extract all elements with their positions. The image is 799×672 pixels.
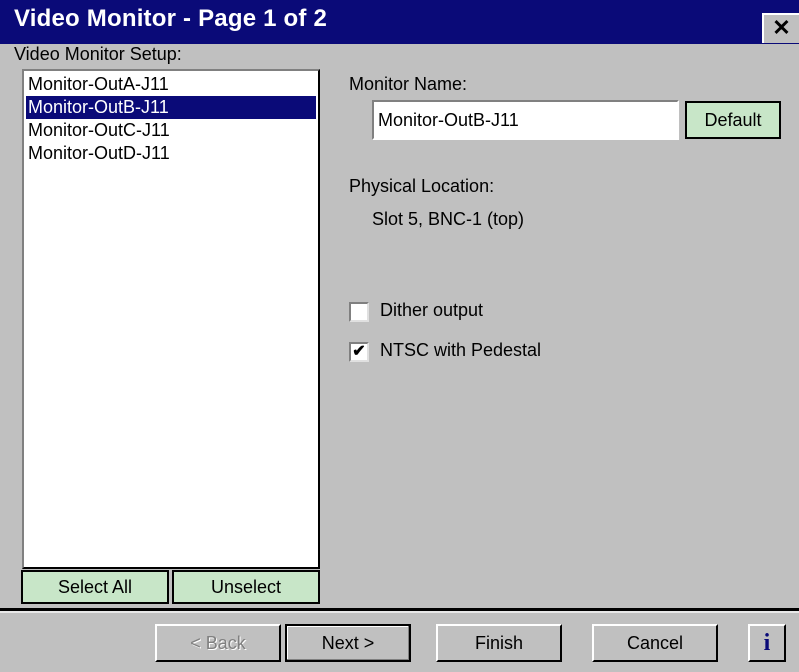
list-item-monitor-outa[interactable]: Monitor-OutA-J11: [26, 73, 316, 96]
dither-label: Dither output: [380, 300, 484, 320]
close-icon[interactable]: ✕: [762, 13, 799, 43]
monitor-name-input[interactable]: [372, 100, 679, 140]
select-all-button[interactable]: Select All: [21, 570, 169, 604]
finish-button[interactable]: Finish: [436, 624, 562, 662]
back-label: < Back: [190, 633, 246, 653]
ntsc-pedestal-label: NTSC with Pedestal: [380, 340, 542, 360]
cancel-label: Cancel: [626, 633, 684, 653]
physical-location-value: Slot 5, BNC-1 (top): [372, 209, 525, 229]
default-button[interactable]: Default: [685, 101, 781, 139]
finish-label: Finish: [474, 633, 523, 653]
next-button[interactable]: Next >: [285, 624, 411, 662]
unselect-button[interactable]: Unselect: [172, 570, 320, 604]
video-monitor-dialog: Video Monitor - Page 1 of 2 ✕ Video Moni…: [0, 0, 799, 672]
list-item-monitor-outd[interactable]: Monitor-OutD-J11: [26, 142, 316, 165]
physical-location-label: Physical Location:: [349, 176, 495, 196]
monitor-list[interactable]: Monitor-OutA-J11 Monitor-OutB-J11 Monito…: [22, 69, 320, 569]
monitor-name-label: Monitor Name:: [349, 74, 468, 94]
footer-divider-highlight: [0, 611, 799, 613]
dither-checkbox[interactable]: [349, 302, 369, 322]
info-icon[interactable]: i: [748, 624, 786, 662]
cancel-button[interactable]: Cancel: [592, 624, 718, 662]
title-bar: Video Monitor - Page 1 of 2 ✕: [0, 0, 799, 44]
back-button[interactable]: < Back: [155, 624, 281, 662]
window-title: Video Monitor - Page 1 of 2: [14, 5, 327, 32]
list-item-monitor-outc[interactable]: Monitor-OutC-J11: [26, 119, 316, 142]
ntsc-pedestal-checkbox[interactable]: ✔: [349, 342, 369, 362]
setup-label: Video Monitor Setup:: [14, 44, 182, 64]
next-label: Next >: [321, 633, 375, 653]
list-item-monitor-outb[interactable]: Monitor-OutB-J11: [26, 96, 316, 119]
